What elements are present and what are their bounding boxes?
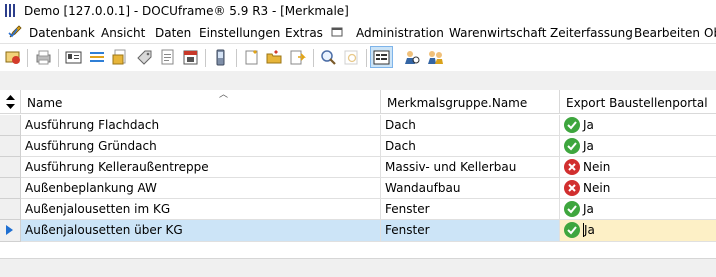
- user-card-icon[interactable]: [5, 49, 22, 66]
- menu-daten[interactable]: Daten: [155, 26, 191, 40]
- toolbar: [0, 43, 716, 72]
- cell-group[interactable]: Dach: [381, 115, 560, 136]
- list-lines-icon[interactable]: [89, 49, 106, 66]
- column-header-name[interactable]: Name ︿: [21, 90, 381, 114]
- window-title: Demo [127.0.0.1] - DOCUframe® 5.9 R3 - […: [24, 4, 349, 18]
- document-folder-icon[interactable]: [112, 49, 129, 66]
- table-row[interactable]: Ausführung Kelleraußentreppe Massiv- und…: [0, 157, 716, 178]
- cell-name[interactable]: Außenjalousetten im KG: [21, 199, 381, 220]
- table-row[interactable]: Ausführung Flachdach Dach Ja: [0, 115, 716, 136]
- cell-name[interactable]: Außenbeplankung AW: [21, 178, 381, 199]
- menu-zeiterfassung[interactable]: Zeiterfassung: [550, 26, 633, 40]
- cell-name[interactable]: Ausführung Flachdach: [21, 115, 381, 136]
- check-icon: [564, 201, 580, 217]
- grid-empty-area: [0, 244, 716, 258]
- row-header-current[interactable]: [0, 220, 21, 242]
- current-row-arrow-icon: [6, 225, 13, 235]
- check-icon: [564, 117, 580, 133]
- menu-datenbank[interactable]: Datenbank: [29, 26, 95, 40]
- row-header[interactable]: [0, 136, 21, 157]
- cell-export-editing[interactable]: Ja: [560, 220, 716, 242]
- table-row[interactable]: Ausführung Gründach Dach Ja: [0, 136, 716, 157]
- row-header[interactable]: [0, 115, 21, 136]
- phone-icon[interactable]: [212, 49, 229, 66]
- menu-bearbeiten[interactable]: Bearbeiten: [634, 26, 700, 40]
- check-icon: [564, 138, 580, 154]
- table-row-selected[interactable]: Außenjalousetten über KG Fenster Ja: [0, 220, 716, 242]
- horizontal-scrollbar[interactable]: [0, 258, 716, 277]
- grid-corner-button[interactable]: [0, 90, 21, 114]
- window-grid-icon[interactable]: [330, 25, 344, 39]
- row-header[interactable]: [0, 157, 21, 178]
- pen-check-icon[interactable]: [8, 25, 22, 39]
- menu-bar: Datenbank Ansicht Daten Einstellungen Ex…: [0, 22, 716, 43]
- cell-group[interactable]: Fenster: [381, 199, 560, 220]
- cell-export[interactable]: Ja: [560, 136, 716, 157]
- search-icon[interactable]: [320, 49, 337, 66]
- table-row[interactable]: Außenjalousetten im KG Fenster Ja: [0, 199, 716, 220]
- menu-extras[interactable]: Extras: [285, 26, 323, 40]
- new-document-icon[interactable]: [243, 49, 260, 66]
- form-view-button[interactable]: [370, 46, 393, 68]
- row-header[interactable]: [0, 178, 21, 199]
- menu-administration[interactable]: Administration: [356, 26, 444, 40]
- check-icon: [564, 222, 580, 238]
- menu-einstellungen[interactable]: Einstellungen: [199, 26, 280, 40]
- cell-group[interactable]: Wandaufbau: [381, 178, 560, 199]
- cell-group[interactable]: Fenster: [381, 220, 560, 242]
- cross-icon: [564, 159, 580, 175]
- view-background: [0, 71, 716, 90]
- search-disabled-icon[interactable]: [343, 49, 360, 66]
- column-header-label: Export Baustellenportal: [566, 96, 708, 110]
- menu-ansicht[interactable]: Ansicht: [101, 26, 145, 40]
- column-header-export[interactable]: Export Baustellenportal: [560, 90, 716, 114]
- cell-name[interactable]: Außenjalousetten über KG: [21, 220, 381, 242]
- cell-group[interactable]: Massiv- und Kellerbau: [381, 157, 560, 178]
- open-folder-icon[interactable]: [266, 49, 283, 66]
- column-header-label: Name: [27, 96, 63, 110]
- cell-export[interactable]: Ja: [560, 199, 716, 220]
- document-icon[interactable]: [159, 49, 176, 66]
- tag-icon[interactable]: [136, 49, 153, 66]
- cell-export[interactable]: Nein: [560, 157, 716, 178]
- title-bar: Demo [127.0.0.1] - DOCUframe® 5.9 R3 - […: [0, 0, 716, 22]
- id-card-icon[interactable]: [65, 49, 82, 66]
- cell-name[interactable]: Ausführung Gründach: [21, 136, 381, 157]
- calendar-icon[interactable]: [182, 49, 199, 66]
- cell-group[interactable]: Dach: [381, 136, 560, 157]
- cell-name[interactable]: Ausführung Kelleraußentreppe: [21, 157, 381, 178]
- cross-icon: [564, 180, 580, 196]
- export-document-icon[interactable]: [289, 49, 306, 66]
- sort-updown-icon: [6, 95, 15, 109]
- cell-export[interactable]: Ja: [560, 115, 716, 136]
- app-logo-icon: [5, 4, 17, 17]
- table-row[interactable]: Außenbeplankung AW Wandaufbau Nein: [0, 178, 716, 199]
- sort-ascending-icon: ︿: [219, 90, 229, 100]
- data-grid: Name ︿ Merkmalsgruppe.Name Export Bauste…: [0, 90, 716, 244]
- user-search-icon[interactable]: [404, 49, 421, 66]
- users-icon[interactable]: [427, 49, 444, 66]
- menu-ob[interactable]: Ob: [704, 26, 716, 40]
- column-header-group[interactable]: Merkmalsgruppe.Name: [381, 90, 560, 114]
- form-view-icon: [373, 50, 390, 65]
- menu-warenwirtschaft[interactable]: Warenwirtschaft: [449, 26, 546, 40]
- column-header-label: Merkmalsgruppe.Name: [387, 96, 528, 110]
- row-header[interactable]: [0, 199, 21, 220]
- cell-export[interactable]: Nein: [560, 178, 716, 199]
- printer-icon[interactable]: [35, 49, 52, 66]
